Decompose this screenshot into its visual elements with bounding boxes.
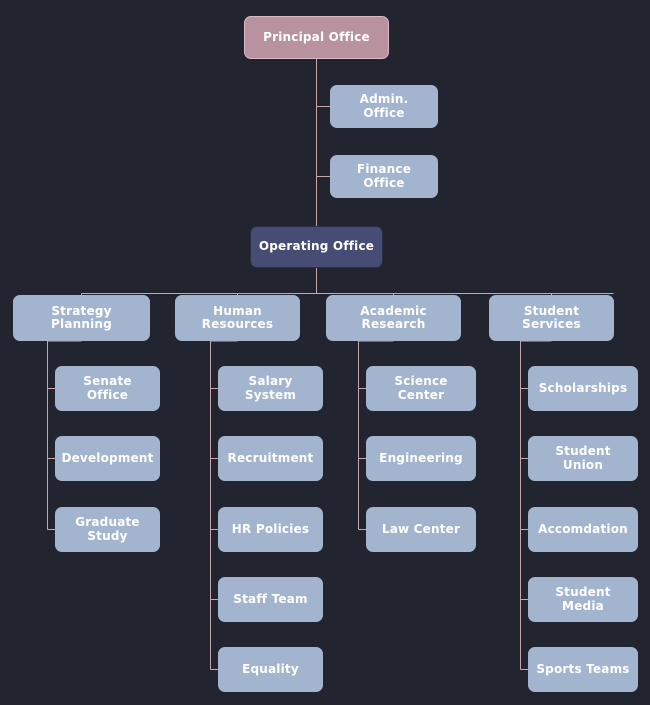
org-node-accomdation[interactable]: Accomdation <box>528 507 638 552</box>
org-node-salary[interactable]: Salary System <box>218 366 323 411</box>
org-node-label: Finance Office <box>356 162 412 190</box>
org-node-student-union[interactable]: Student Union <box>528 436 638 481</box>
org-node-staff-team[interactable]: Staff Team <box>218 577 323 622</box>
org-node-strategy[interactable]: Strategy Planning <box>13 295 150 341</box>
org-node-label: Operating Office <box>258 239 375 254</box>
org-node-label: Science Center <box>394 374 448 402</box>
org-node-law[interactable]: Law Center <box>366 507 476 552</box>
org-node-hr-policies[interactable]: HR Policies <box>218 507 323 552</box>
org-node-recruitment[interactable]: Recruitment <box>218 436 323 481</box>
org-node-label: Strategy Planning <box>51 303 112 331</box>
org-node-label: Accomdation <box>538 521 628 536</box>
org-node-label: Graduate Study <box>75 515 140 543</box>
org-node-senate[interactable]: Senate Office <box>55 366 160 411</box>
org-node-label: Student Media <box>555 585 611 613</box>
org-node-student-services[interactable]: Student Services <box>489 295 614 341</box>
org-node-admin[interactable]: Admin. Office <box>330 85 438 128</box>
org-chart-canvas: Principal Office Admin. Office Finance Off… <box>0 0 650 705</box>
org-node-label: Principal Office <box>263 29 370 44</box>
org-node-label: Student Union <box>555 444 611 472</box>
org-node-finance[interactable]: Finance Office <box>330 155 438 198</box>
org-node-science[interactable]: Science Center <box>366 366 476 411</box>
org-node-label: Recruitment <box>227 450 314 465</box>
org-node-operating[interactable]: Operating Office <box>250 226 383 268</box>
org-node-label: Salary System <box>244 374 297 402</box>
org-node-label: Law Center <box>381 521 461 536</box>
org-node-academic[interactable]: Academic Research <box>326 295 461 341</box>
org-node-sports-teams[interactable]: Sports Teams <box>528 647 638 692</box>
org-node-graduate[interactable]: Graduate Study <box>55 507 160 552</box>
org-node-label: Admin. Office <box>359 92 409 120</box>
org-node-label: Sports Teams <box>536 661 630 676</box>
org-node-label: Academic Research <box>360 303 427 331</box>
org-node-label: Senate Office <box>83 374 132 402</box>
org-node-label: Equality <box>242 661 299 676</box>
org-node-label: Staff Team <box>233 591 308 606</box>
org-node-engineering[interactable]: Engineering <box>366 436 476 481</box>
org-node-equality[interactable]: Equality <box>218 647 323 692</box>
org-node-hr[interactable]: Human Resources <box>175 295 300 341</box>
org-node-label: Scholarships <box>538 380 628 395</box>
org-node-label: Student Services <box>522 303 581 331</box>
org-node-principal[interactable]: Principal Office <box>244 16 389 59</box>
org-node-student-media[interactable]: Student Media <box>528 577 638 622</box>
org-node-label: Development <box>61 450 154 465</box>
org-node-development[interactable]: Development <box>55 436 160 481</box>
org-node-label: Engineering <box>379 450 463 465</box>
org-node-label: HR Policies <box>231 521 310 536</box>
org-node-label: Human Resources <box>201 303 274 331</box>
org-node-scholarships[interactable]: Scholarships <box>528 366 638 411</box>
